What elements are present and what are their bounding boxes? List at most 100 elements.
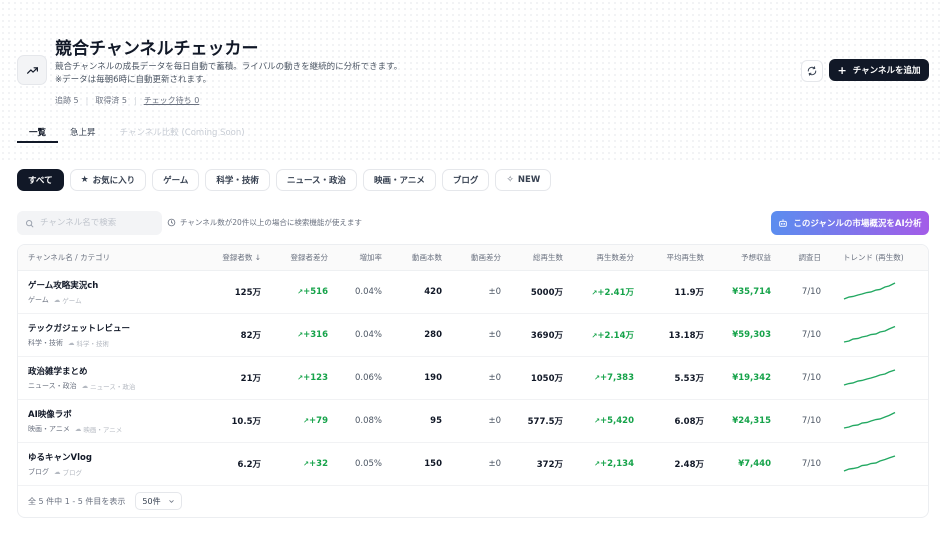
views-diff: ↗+7,383 (563, 373, 634, 383)
header-revenue[interactable]: 予想収益 (704, 252, 771, 263)
tab-trending[interactable]: 急上昇 (58, 120, 108, 143)
channel-name[interactable]: ゆるキャンVlog (28, 451, 203, 463)
header-subscriber-diff[interactable]: 登録者差分 (261, 252, 329, 263)
views-diff-value: +2.41万 (597, 288, 634, 298)
add-channel-button[interactable]: + チャンネルを追加 (829, 59, 929, 81)
chevron-down-icon (169, 499, 175, 503)
channel-cell: ゆるキャンVlog ブログ ☁ ブログ (18, 451, 203, 477)
video-count: 190 (424, 373, 442, 383)
filter-label: ブログ (452, 176, 479, 186)
ai-analysis-button[interactable]: このジャンルの市場概況をAI分析 (771, 211, 929, 235)
divider: | (85, 96, 89, 105)
category-label: ニュース・政治 (28, 382, 77, 390)
category-tag-label: ニュース・政治 (90, 383, 136, 391)
description-line-2: ※データは毎朝6時に自動更新されます。 (55, 75, 212, 85)
category-tag: ☁ ゲーム (54, 295, 82, 305)
refresh-button[interactable] (801, 60, 823, 82)
table-row[interactable]: ゆるキャンVlog ブログ ☁ ブログ 6.2万 ↗+32 0.05% 150 ±0… (18, 443, 928, 486)
fetched-count: 取得済 5 (95, 96, 127, 105)
filter-all[interactable]: すべて (17, 169, 64, 191)
total-views: 372万 (536, 460, 563, 470)
filter-science-tech[interactable]: 科学・技術 (205, 169, 270, 191)
channel-cell: テックガジェットレビュー 科学・技術 ☁ 科学・技術 (18, 322, 203, 348)
table-row[interactable]: テックガジェットレビュー 科学・技術 ☁ 科学・技術 82万 ↗+316 0.04%… (18, 314, 928, 357)
total-views: 3690万 (530, 331, 563, 341)
subscriber-count: 21万 (240, 374, 261, 384)
filter-label: ゲーム (163, 176, 189, 186)
header-average-views[interactable]: 平均再生数 (634, 252, 705, 263)
subscriber-count: 10.5万 (231, 417, 261, 427)
search-box[interactable] (17, 211, 162, 235)
average-views: 6.08万 (674, 417, 704, 427)
table-row[interactable]: 政治雑学まとめ ニュース・政治 ☁ ニュース・政治 21万 ↗+123 0.06% … (18, 357, 928, 400)
views-diff-value: +2,134 (599, 459, 634, 469)
category-label: 科学・技術 (28, 339, 63, 347)
category-filters: すべて ★ お気に入り ゲーム 科学・技術 ニュース・政治 映画・アニメ ブログ … (17, 169, 552, 191)
per-page-select[interactable]: 50件 (135, 492, 183, 510)
filter-label: 科学・技術 (216, 176, 259, 186)
average-views: 13.18万 (668, 331, 704, 341)
channel-category: 科学・技術 ☁ 科学・技術 (28, 338, 203, 348)
filter-game[interactable]: ゲーム (152, 169, 200, 191)
header-channel-name[interactable]: チャンネル名 / カテゴリ (18, 252, 203, 263)
table-row[interactable]: ゲーム攻略実況ch ゲーム ☁ ゲーム 125万 ↗+516 0.04% 420 ±… (18, 271, 928, 314)
cloud-icon: ☁ (74, 425, 82, 433)
tab-compare: チャンネル比較 (Coming Soon) (119, 128, 245, 138)
channel-name[interactable]: テックガジェットレビュー (28, 322, 203, 334)
channel-category: ブログ ☁ ブログ (28, 467, 203, 477)
channel-category: ニュース・政治 ☁ ニュース・政治 (28, 381, 203, 391)
filter-label: ニュース・政治 (286, 176, 347, 186)
subscriber-diff: ↗+79 (261, 416, 328, 426)
header-subscribers[interactable]: 登録者数 ↓ (203, 252, 261, 263)
survey-date: 7/10 (801, 416, 821, 426)
category-tag: ☁ 科学・技術 (68, 338, 109, 348)
pending-check-link[interactable]: チェック待ち 0 (144, 95, 200, 106)
filter-favorites[interactable]: ★ お気に入り (69, 169, 147, 191)
header-growth-rate[interactable]: 増加率 (328, 252, 383, 263)
view-tabs: 一覧 急上昇 チャンネル比較 (Coming Soon) (17, 120, 929, 144)
subscriber-diff-value: +32 (309, 459, 328, 469)
average-views: 5.53万 (674, 374, 704, 384)
growth-rate: 0.06% (354, 373, 382, 383)
status-summary: 追跡 5 | 取得済 5 | チェック待ち 0 (55, 95, 199, 106)
filter-news-politics[interactable]: ニュース・政治 (275, 169, 358, 191)
filter-film-anime[interactable]: 映画・アニメ (363, 169, 436, 191)
cloud-icon: ☁ (53, 296, 61, 304)
channel-name[interactable]: ゲーム攻略実況ch (28, 279, 203, 291)
ai-analysis-label: このジャンルの市場概況をAI分析 (793, 219, 922, 229)
category-label: ブログ (28, 468, 49, 476)
survey-date: 7/10 (801, 373, 821, 383)
trend-sparkline (821, 367, 911, 390)
plus-icon: + (837, 63, 847, 77)
cloud-icon: ☁ (68, 339, 75, 347)
header-trend: トレンド (再生数) (843, 253, 904, 262)
trend-sparkline (821, 281, 911, 304)
filter-label: お気に入り (92, 176, 136, 186)
table-row[interactable]: AI映像ラボ 映画・アニメ ☁ 映画・アニメ 10.5万 ↗+79 0.08% 95… (18, 400, 928, 443)
channel-name[interactable]: AI映像ラボ (28, 408, 203, 420)
table-footer: 全 5 件中 1 - 5 件目を表示 50件 (18, 486, 928, 516)
estimated-revenue: ¥24,315 (732, 416, 771, 426)
header-survey-date[interactable]: 調査日 (771, 252, 822, 263)
header-total-views[interactable]: 総再生数 (501, 252, 563, 263)
video-diff: ±0 (488, 330, 501, 340)
header-video-diff[interactable]: 動画差分 (442, 252, 501, 263)
video-diff: ±0 (488, 459, 501, 469)
add-channel-label: チャンネルを追加 (852, 66, 921, 76)
filter-new[interactable]: ✧ NEW (495, 169, 552, 191)
header-videos[interactable]: 動画本数 (382, 252, 442, 263)
channel-name[interactable]: 政治雑学まとめ (28, 365, 203, 377)
filter-label: すべて (28, 176, 53, 186)
category-tag: ☁ 映画・アニメ (75, 424, 122, 434)
tab-list[interactable]: 一覧 (17, 120, 59, 143)
header-views-diff[interactable]: 再生数差分 (563, 252, 635, 263)
total-views: 5000万 (530, 288, 563, 298)
filter-blog[interactable]: ブログ (441, 169, 490, 191)
survey-date: 7/10 (801, 459, 821, 469)
category-label: 映画・アニメ (28, 425, 70, 433)
filter-label: 映画・アニメ (374, 176, 425, 186)
table-header: チャンネル名 / カテゴリ 登録者数 ↓ 登録者差分 増加率 動画本数 動画差分… (18, 245, 928, 271)
per-page-value: 50件 (142, 496, 161, 506)
subscriber-diff-value: +316 (303, 330, 328, 340)
search-input[interactable] (40, 218, 150, 228)
